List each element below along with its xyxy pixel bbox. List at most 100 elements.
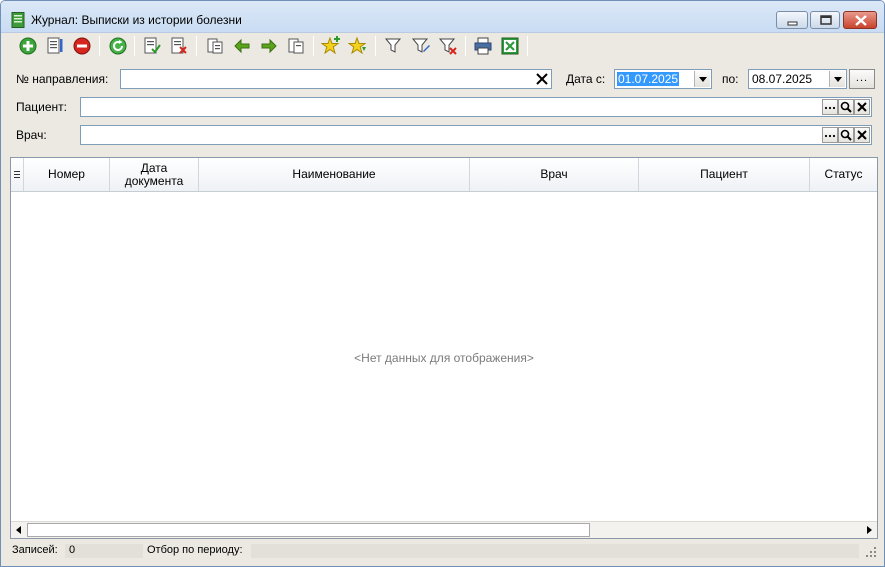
period-select-button[interactable]: ... xyxy=(849,69,875,89)
approve-icon xyxy=(144,37,161,54)
date-to-label: по: xyxy=(722,72,739,86)
patient-input[interactable] xyxy=(80,97,872,117)
column-header-doctor[interactable]: Врач xyxy=(470,158,639,191)
patient-search-button[interactable] xyxy=(838,99,854,115)
filter-edit-icon xyxy=(411,38,430,53)
copy-button[interactable] xyxy=(204,35,226,57)
copy-right-button[interactable] xyxy=(285,35,307,57)
window-title: Журнал: Выписки из истории болезни xyxy=(31,13,242,27)
filter-clear-icon xyxy=(438,38,457,55)
doctor-input[interactable] xyxy=(80,125,872,145)
close-button[interactable] xyxy=(843,11,877,29)
export-excel-button[interactable] xyxy=(499,35,521,57)
period-filter-label: Отбор по периоду: xyxy=(147,544,243,556)
edit-button[interactable] xyxy=(44,35,66,57)
edit-icon xyxy=(47,37,63,54)
close-icon xyxy=(855,15,867,26)
excel-icon xyxy=(501,37,519,55)
scroll-left-button[interactable] xyxy=(11,522,27,538)
grid-header: Номер Дата документа Наименование Врач П… xyxy=(11,158,877,192)
favorite-down-icon xyxy=(348,36,367,55)
refresh-button[interactable] xyxy=(107,35,129,57)
copy-right-icon xyxy=(288,38,304,54)
records-count-box xyxy=(65,544,143,558)
next-button[interactable] xyxy=(258,35,280,57)
chevron-left-icon xyxy=(16,526,21,534)
favorite-add-button[interactable] xyxy=(320,35,342,57)
records-grid[interactable]: Номер Дата документа Наименование Врач П… xyxy=(10,157,878,539)
print-icon xyxy=(474,37,492,55)
toolbar-separator xyxy=(99,36,100,56)
approve-button[interactable] xyxy=(141,35,163,57)
refresh-icon xyxy=(109,37,127,55)
empty-grid-message: <Нет данных для отображения> xyxy=(354,351,534,365)
scroll-thumb[interactable] xyxy=(27,523,590,537)
date-to-field[interactable]: 08.07.2025 xyxy=(748,69,847,89)
toolbar xyxy=(7,34,879,58)
chevron-down-icon xyxy=(834,77,842,82)
referral-clear-button[interactable] xyxy=(534,71,550,87)
toolbar-separator xyxy=(527,36,528,56)
column-chooser-button[interactable] xyxy=(11,158,24,191)
period-box xyxy=(251,544,859,558)
toolbar-separator xyxy=(196,36,197,56)
doctor-search-button[interactable] xyxy=(838,127,854,143)
toolbar-separator xyxy=(375,36,376,56)
delete-button[interactable] xyxy=(71,35,93,57)
toolbar-separator xyxy=(134,36,135,56)
toolbar-separator xyxy=(465,36,466,56)
column-list-icon xyxy=(14,170,20,178)
journal-window: Журнал: Выписки из истории болезни № нап… xyxy=(0,0,885,567)
title-bar[interactable]: Журнал: Выписки из истории болезни xyxy=(1,1,884,33)
add-button[interactable] xyxy=(17,35,39,57)
add-icon xyxy=(19,37,37,55)
favorite-add-icon xyxy=(321,36,340,55)
toolbar-separator xyxy=(313,36,314,56)
scroll-right-button[interactable] xyxy=(861,522,877,538)
patient-clear-button[interactable] xyxy=(854,99,870,115)
maximize-button[interactable] xyxy=(810,11,840,29)
column-header-date[interactable]: Дата документа xyxy=(110,158,199,191)
arrow-left-icon xyxy=(234,38,250,54)
referral-number-label: № направления: xyxy=(16,72,109,86)
clear-icon xyxy=(857,102,867,112)
journal-app-icon xyxy=(11,12,25,28)
chevron-down-icon xyxy=(699,77,707,82)
column-header-number[interactable]: Номер xyxy=(24,158,110,191)
search-icon xyxy=(840,101,852,113)
status-bar: Записей: 0 Отбор по периоду: xyxy=(7,542,879,560)
date-from-value: 01.07.2025 xyxy=(617,72,680,86)
filter-button[interactable] xyxy=(383,35,405,57)
clear-icon xyxy=(536,73,548,85)
favorite-down-button[interactable] xyxy=(347,35,369,57)
column-header-patient[interactable]: Пациент xyxy=(639,158,810,191)
doctor-clear-button[interactable] xyxy=(854,127,870,143)
date-from-field[interactable]: 01.07.2025 xyxy=(614,69,712,89)
cancel-document-button[interactable] xyxy=(168,35,190,57)
ellipsis-icon xyxy=(824,134,836,138)
maximize-icon xyxy=(820,15,832,25)
filter-clear-button[interactable] xyxy=(437,35,459,57)
minimize-icon xyxy=(787,21,798,26)
column-header-status[interactable]: Статус xyxy=(810,158,877,191)
date-from-dropdown-button[interactable] xyxy=(694,71,710,87)
print-button[interactable] xyxy=(472,35,494,57)
delete-icon xyxy=(73,37,91,55)
patient-label: Пациент: xyxy=(16,100,68,114)
horizontal-scrollbar[interactable] xyxy=(11,521,877,538)
patient-browse-button[interactable] xyxy=(822,99,838,115)
records-count: 0 xyxy=(69,544,76,556)
filter-edit-button[interactable] xyxy=(410,35,432,57)
search-icon xyxy=(840,129,852,141)
doctor-browse-button[interactable] xyxy=(822,127,838,143)
previous-button[interactable] xyxy=(231,35,253,57)
date-to-value: 08.07.2025 xyxy=(752,72,813,86)
referral-number-input[interactable] xyxy=(120,69,552,89)
cancel-doc-icon xyxy=(171,37,187,54)
resize-grip-icon[interactable] xyxy=(865,546,877,558)
date-from-label: Дата с: xyxy=(566,72,606,86)
minimize-button[interactable] xyxy=(776,11,808,29)
date-to-dropdown-button[interactable] xyxy=(829,71,845,87)
column-header-name[interactable]: Наименование xyxy=(199,158,470,191)
copy-icon xyxy=(207,38,223,54)
